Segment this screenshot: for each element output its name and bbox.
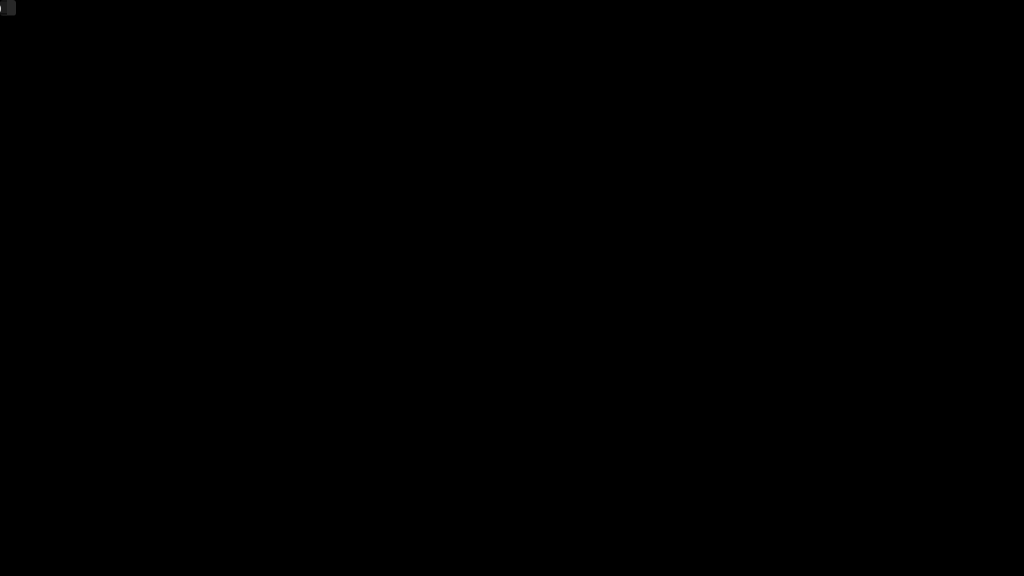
toolbar: ⌂▶✥⚲↻⇆▭✒T✎⊚◪✂⍟ 对齐 ≫ 默认了解标准小屏幕AE基础 ≫ — [7, 0, 16, 16]
after-effects-window: Ae Adobe After Effects 2020 - 无标题项目.aep … — [0, 0, 16, 16]
home-icon[interactable]: ⌂ — [13, 0, 16, 15]
menubar: 文件(F)编辑(E)合成(C)图层(L)效果(T)动画(A)视图(V)窗口帮助(… — [0, 2, 7, 14]
menu-item[interactable]: 帮助(H) — [0, 2, 7, 14]
toolbar-tools: ⌂▶✥⚲↻⇆▭✒T✎⊚◪✂⍟ — [13, 0, 16, 15]
